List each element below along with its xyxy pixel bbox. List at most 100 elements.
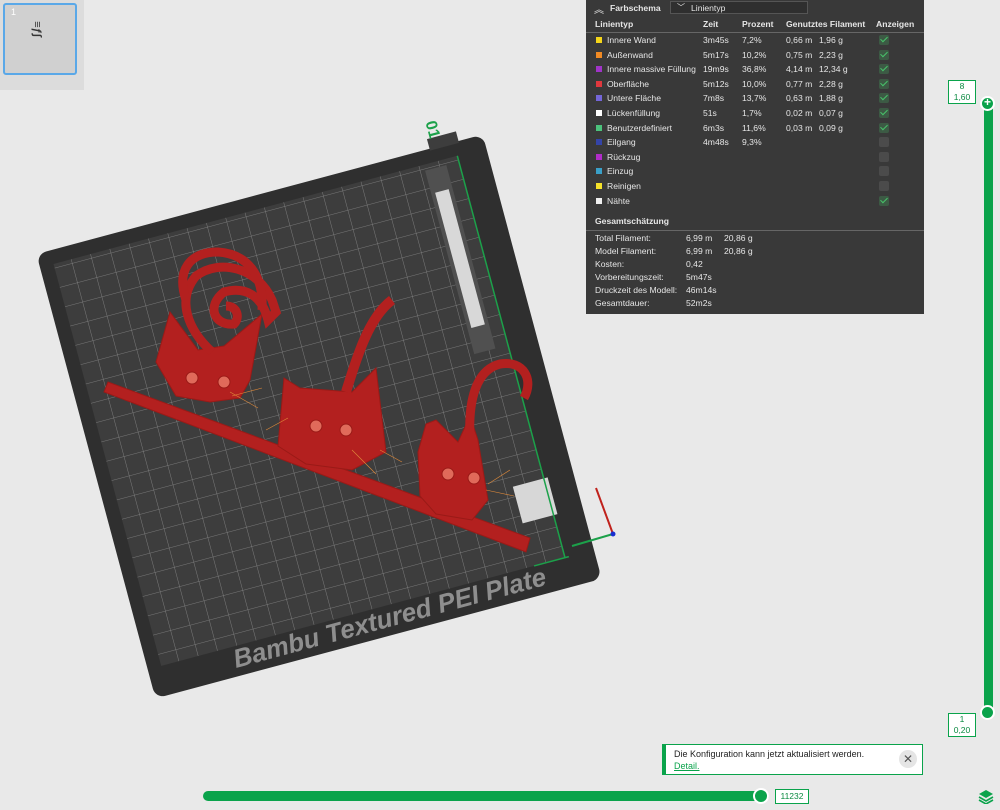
line-type-percent: 10,2% bbox=[742, 49, 767, 60]
line-type-length: 0,75 m bbox=[786, 49, 813, 60]
legend-row: Untere Fläche 7m8s 13,7% 0,63 m 1,88 g bbox=[586, 91, 924, 105]
line-type-weight: 2,28 g bbox=[819, 78, 843, 89]
line-type-percent: 9,3% bbox=[742, 137, 762, 148]
layer-slider-bottom-handle[interactable] bbox=[980, 705, 995, 720]
line-type-percent: 1,7% bbox=[742, 108, 762, 118]
line-type-swatch bbox=[596, 168, 602, 175]
layer-bottom-number: 1 bbox=[959, 714, 965, 724]
summary-value: 5m47s bbox=[686, 272, 712, 282]
summary-value-secondary: 20,86 g bbox=[724, 246, 753, 256]
show-checkbox[interactable] bbox=[879, 151, 889, 162]
color-scheme-legend: ︽ Farbschema ﹀ Linientyp Linientyp Zeit … bbox=[586, 0, 924, 314]
layers-icon[interactable] bbox=[978, 788, 994, 804]
summary-value: 52m2s bbox=[686, 298, 712, 308]
move-slider-value: 11232 bbox=[775, 789, 809, 804]
line-type-weight: 0,09 g bbox=[819, 122, 843, 133]
show-checkbox[interactable] bbox=[879, 195, 889, 206]
legend-row: Nähte bbox=[586, 194, 924, 208]
line-type-weight: 1,96 g bbox=[819, 35, 843, 45]
line-type-time: 3m45s bbox=[703, 35, 729, 45]
line-type-length: 0,66 m bbox=[786, 35, 813, 45]
summary-label: Gesamtdauer: bbox=[595, 298, 650, 308]
show-checkbox[interactable] bbox=[879, 181, 889, 191]
move-slider-handle[interactable] bbox=[753, 788, 769, 804]
summary-row: Gesamtdauer: 52m2s bbox=[586, 298, 924, 311]
line-type-name: Innere Wand bbox=[607, 35, 656, 45]
line-type-length: 4,14 m bbox=[786, 64, 813, 75]
notification-message: Die Konfiguration kann jetzt aktualisier… bbox=[674, 749, 865, 759]
line-type-percent: 11,6% bbox=[742, 122, 766, 133]
show-checkbox[interactable] bbox=[879, 166, 889, 177]
line-type-percent: 10,0% bbox=[742, 78, 767, 89]
legend-title: Farbschema bbox=[610, 3, 661, 13]
legend-row: Lückenfüllung 51s 1,7% 0,02 m 0,07 g bbox=[586, 106, 924, 120]
show-checkbox[interactable] bbox=[879, 122, 889, 133]
summary-row: Total Filament: 6,99 m 20,86 g bbox=[586, 233, 924, 246]
summary-value: 46m14s bbox=[686, 285, 717, 295]
show-checkbox[interactable] bbox=[879, 78, 889, 89]
layer-slider-track[interactable] bbox=[984, 100, 993, 714]
show-checkbox[interactable] bbox=[879, 93, 889, 104]
header-time: Zeit bbox=[703, 19, 719, 29]
legend-table-header: Linientyp Zeit Prozent Genutztes Filamen… bbox=[586, 17, 924, 33]
line-type-name: Nähte bbox=[607, 195, 630, 206]
layer-top-number: 8 bbox=[959, 81, 965, 91]
line-type-swatch bbox=[596, 124, 602, 131]
line-type-name: Einzug bbox=[607, 166, 634, 177]
legend-row: Benutzerdefiniert 6m3s 11,6% 0,03 m 0,09 g bbox=[586, 121, 924, 135]
show-checkbox[interactable] bbox=[879, 108, 889, 118]
line-type-swatch bbox=[596, 110, 602, 116]
move-slider-track[interactable] bbox=[203, 791, 769, 801]
line-type-time: 5m12s bbox=[703, 78, 729, 89]
line-type-name: Innere massive Füllung bbox=[607, 64, 696, 75]
line-type-length: 0,77 m bbox=[786, 78, 813, 89]
show-checkbox[interactable] bbox=[879, 137, 889, 148]
header-show: Anzeigen bbox=[876, 19, 915, 29]
line-type-swatch bbox=[596, 183, 602, 189]
line-type-swatch bbox=[596, 197, 602, 204]
summary-label: Model Filament: bbox=[595, 246, 657, 256]
show-checkbox[interactable] bbox=[879, 35, 889, 45]
summary-label: Total Filament: bbox=[595, 233, 651, 243]
line-type-length: 0,02 m bbox=[786, 108, 813, 118]
line-type-weight: 2,23 g bbox=[819, 49, 843, 60]
line-type-name: Untere Fläche bbox=[607, 93, 661, 104]
summary-label: Kosten: bbox=[595, 259, 625, 269]
layer-top-label: 8 1,60 bbox=[948, 80, 976, 104]
header-line-type: Linientyp bbox=[595, 19, 634, 29]
collapse-chevron-icon[interactable]: ︽ bbox=[594, 1, 604, 16]
line-type-name: Benutzerdefiniert bbox=[607, 122, 672, 133]
line-type-swatch bbox=[596, 51, 602, 58]
legend-row: Oberfläche 5m12s 10,0% 0,77 m 2,28 g bbox=[586, 77, 924, 91]
close-icon[interactable]: ✕ bbox=[899, 750, 917, 768]
layer-bottom-label: 1 0,20 bbox=[948, 713, 976, 737]
line-type-swatch bbox=[596, 37, 602, 43]
summary-divider bbox=[586, 230, 924, 231]
summary-row: Model Filament: 6,99 m 20,86 g bbox=[586, 246, 924, 259]
color-scheme-value: Linientyp bbox=[691, 2, 726, 13]
summary-value-secondary: 20,86 g bbox=[724, 233, 753, 243]
chevron-down-icon: ﹀ bbox=[677, 3, 685, 12]
line-type-time: 19m9s bbox=[703, 64, 729, 75]
summary-value: 6,99 m bbox=[686, 246, 713, 256]
legend-row: Reinigen bbox=[586, 179, 924, 193]
header-percent: Prozent bbox=[742, 19, 774, 29]
line-type-weight: 0,07 g bbox=[819, 108, 843, 118]
show-checkbox[interactable] bbox=[879, 49, 889, 60]
summary-value: 0,42 bbox=[686, 259, 703, 269]
legend-row: Außenwand 5m17s 10,2% 0,75 m 2,23 g bbox=[586, 48, 924, 62]
line-type-percent: 7,2% bbox=[742, 35, 762, 45]
line-type-name: Außenwand bbox=[607, 49, 653, 60]
legend-row: Innere massive Füllung 19m9s 36,8% 4,14 m 12… bbox=[586, 62, 924, 76]
line-type-swatch bbox=[596, 80, 602, 87]
show-checkbox[interactable] bbox=[879, 64, 889, 75]
update-notification: Die Konfiguration kann jetzt aktualisier… bbox=[662, 744, 923, 775]
color-scheme-select[interactable]: ﹀ Linientyp bbox=[670, 1, 808, 14]
line-type-name: Oberfläche bbox=[607, 78, 650, 89]
summary-row: Druckzeit des Modell: 46m14s bbox=[586, 285, 924, 298]
summary-row: Vorbereitungszeit: 5m47s bbox=[586, 272, 924, 285]
line-type-swatch bbox=[596, 95, 602, 102]
layer-slider-top-handle[interactable] bbox=[980, 95, 995, 111]
line-type-length: 0,03 m bbox=[786, 122, 813, 133]
notification-detail-link[interactable]: Detail. bbox=[674, 761, 700, 771]
